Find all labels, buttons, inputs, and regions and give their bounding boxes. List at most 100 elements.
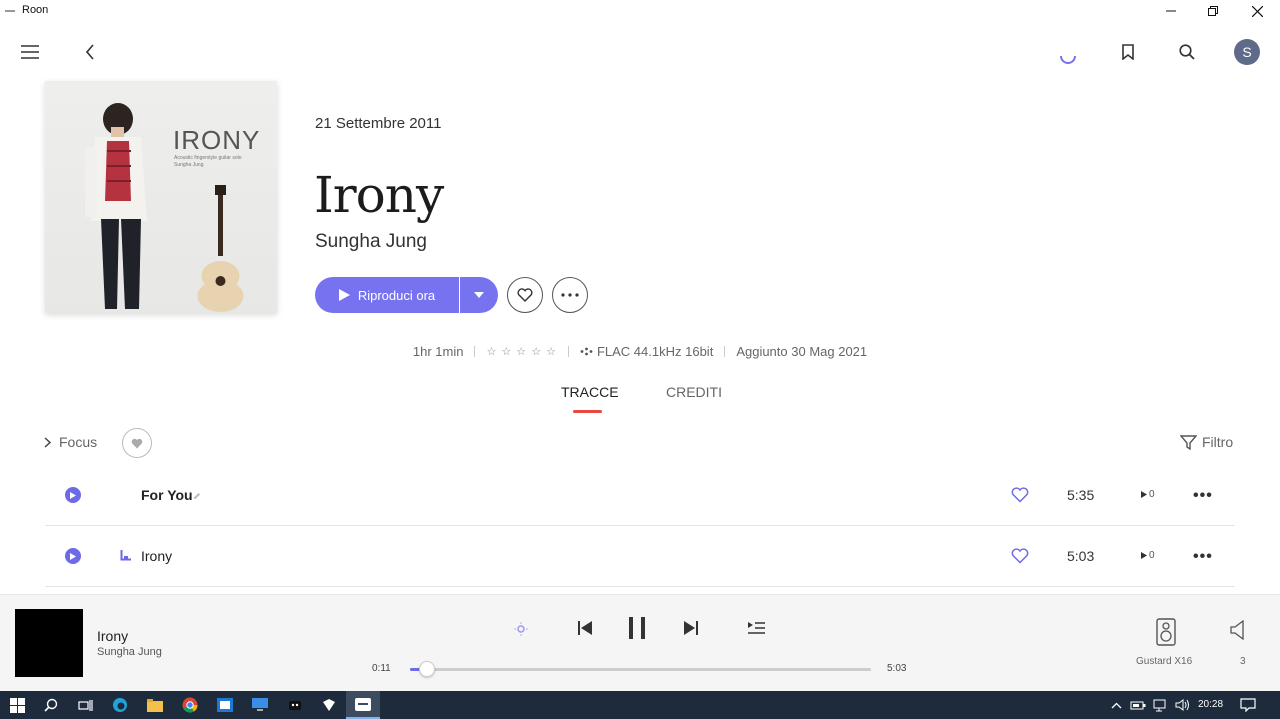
skip-forward-icon: [684, 621, 698, 635]
profile-avatar[interactable]: S: [1234, 39, 1260, 65]
now-playing-title[interactable]: Irony: [97, 628, 128, 644]
heart-filled-icon: [131, 438, 143, 448]
album-metadata: 1hr 1min ☆ ☆ ☆ ☆ ☆ FLAC 44.1kHz 16bit Ag…: [0, 344, 1280, 359]
audio-format: FLAC 44.1kHz 16bit: [596, 344, 714, 359]
restore-button[interactable]: [1190, 0, 1236, 22]
roon-app-icon: [5, 10, 15, 12]
filter-button[interactable]: Filtro: [1180, 434, 1233, 450]
pause-button[interactable]: [625, 615, 649, 641]
play-now-button[interactable]: Riproduci ora: [315, 277, 459, 313]
now-playing-artist[interactable]: Sungha Jung: [97, 646, 162, 658]
album-artist-link[interactable]: Sungha Jung: [315, 231, 427, 253]
next-track-button[interactable]: [680, 617, 702, 639]
play-count-icon: [1141, 552, 1147, 559]
track-play-button[interactable]: [65, 487, 81, 503]
queue-button[interactable]: [745, 617, 767, 639]
date-added: Aggiunto 30 Mag 2021: [736, 344, 868, 359]
close-window-button[interactable]: [1234, 0, 1280, 22]
heart-icon: [1011, 487, 1029, 503]
heart-icon: [517, 288, 533, 302]
app-icon-dark[interactable]: [285, 695, 305, 715]
elapsed-time: 0:11: [372, 663, 391, 674]
album-cover: IRONY Acoustic fingerstyle guitar solo S…: [45, 81, 277, 313]
chrome-icon[interactable]: [180, 695, 200, 715]
skip-back-icon: [578, 621, 592, 635]
minimize-button[interactable]: [1148, 0, 1194, 22]
album-duration: 1hr 1min: [412, 344, 464, 359]
track-more-button[interactable]: •••: [1193, 548, 1213, 566]
tab-tracks[interactable]: TRACCE: [561, 384, 619, 400]
track-favorite-button[interactable]: [1011, 548, 1029, 564]
zone-name[interactable]: Gustard X16: [1136, 656, 1192, 667]
play-icon: [338, 289, 350, 301]
windows-start-icon[interactable]: [7, 695, 27, 715]
menu-icon[interactable]: [19, 41, 41, 63]
back-icon[interactable]: [79, 41, 101, 63]
window-titlebar: Roon: [0, 0, 1280, 22]
track-row[interactable]: Irony 5:03 0 •••: [45, 527, 1235, 587]
active-tab-indicator: [573, 410, 602, 413]
battery-icon[interactable]: [1128, 695, 1148, 715]
focus-favorites-button[interactable]: [122, 428, 152, 458]
track-play-count: 0: [1141, 489, 1155, 500]
seek-bar[interactable]: [410, 661, 871, 677]
chevron-up-icon[interactable]: [1106, 695, 1126, 715]
radio-icon[interactable]: [510, 618, 532, 640]
edge-icon[interactable]: [110, 695, 130, 715]
seek-handle[interactable]: [418, 661, 435, 677]
remote-desktop-icon[interactable]: [250, 695, 270, 715]
previous-track-button[interactable]: [574, 617, 596, 639]
volume-icon[interactable]: [1228, 619, 1248, 641]
more-options-button[interactable]: [552, 277, 588, 313]
track-favorite-button[interactable]: [1011, 487, 1029, 503]
search-icon[interactable]: [1176, 41, 1198, 63]
track-play-button[interactable]: [65, 548, 81, 564]
title-track-icon: [120, 550, 131, 561]
track-more-button[interactable]: •••: [1193, 487, 1213, 505]
loading-spinner-icon: [1057, 44, 1079, 66]
outlook-icon[interactable]: [215, 695, 235, 715]
track-duration: 5:03: [1067, 548, 1095, 564]
now-playing-bar: Irony Sungha Jung 0:11 5:03 Gustard X16 …: [0, 594, 1280, 691]
file-explorer-icon[interactable]: [145, 695, 165, 715]
track-duration: 5:35: [1067, 487, 1095, 503]
taskbar: 20:28: [0, 691, 1280, 719]
task-view-icon[interactable]: [75, 695, 95, 715]
edit-pencil-icon: [194, 493, 200, 499]
queue-icon: [747, 622, 765, 634]
rating-stars[interactable]: ☆ ☆ ☆ ☆ ☆: [486, 345, 557, 358]
chevron-right-icon: [44, 436, 51, 448]
speaker-icon[interactable]: [1173, 695, 1193, 715]
focus-toggle[interactable]: Focus: [44, 434, 97, 450]
track-title[interactable]: For You: [141, 487, 193, 503]
favorite-album-button[interactable]: [507, 277, 543, 313]
filter-label: Filtro: [1202, 434, 1234, 450]
more-dots-icon: [561, 293, 579, 297]
filter-icon: [1180, 434, 1197, 450]
roon-taskbar-icon[interactable]: [346, 691, 380, 719]
cover-title: IRONY: [173, 125, 260, 155]
play-options-dropdown[interactable]: [460, 277, 498, 313]
total-time: 5:03: [887, 663, 907, 674]
chevron-down-icon: [474, 292, 484, 298]
zone-speaker-icon[interactable]: [1154, 617, 1178, 647]
clock[interactable]: 20:28: [1198, 699, 1223, 710]
track-title[interactable]: Irony: [141, 548, 172, 564]
app-icon-shield[interactable]: [319, 695, 339, 715]
play-count-icon: [1141, 491, 1147, 498]
tab-credits[interactable]: CREDITI: [666, 384, 722, 400]
play-now-label: Riproduci ora: [357, 287, 436, 303]
search-icon[interactable]: [41, 695, 61, 715]
focus-label: Focus: [59, 434, 98, 450]
network-icon[interactable]: [1151, 695, 1171, 715]
signal-path-icon: [580, 347, 593, 356]
cover-subtitle: Acoustic fingerstyle guitar solo: [174, 155, 242, 161]
album-title: Irony: [314, 166, 444, 224]
bookmark-icon[interactable]: [1117, 41, 1139, 63]
window-title: Roon: [22, 4, 49, 16]
pause-icon: [629, 617, 645, 639]
track-row[interactable]: For You 5:35 0 •••: [45, 466, 1235, 526]
now-playing-artwork[interactable]: [15, 609, 83, 677]
cover-artist: Sungha Jung: [174, 162, 204, 168]
notification-center-icon[interactable]: [1238, 695, 1258, 715]
